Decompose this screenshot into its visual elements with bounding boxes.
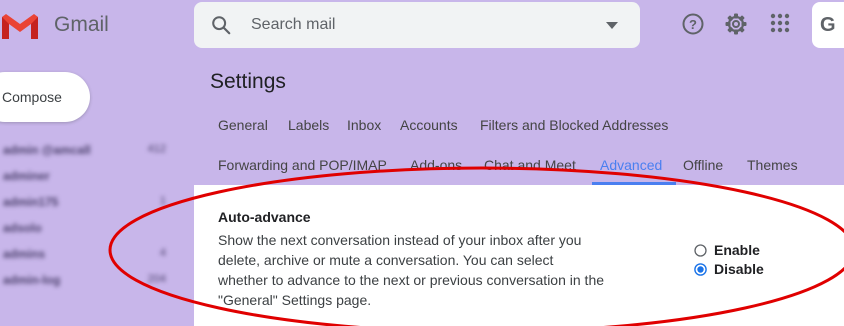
page-title: Settings bbox=[210, 70, 286, 93]
svg-text:?: ? bbox=[689, 17, 697, 32]
sidebar-label-list: admin @amcall 412 adminer admin175 1 ads… bbox=[0, 138, 190, 294]
gmail-logo[interactable] bbox=[0, 10, 40, 42]
search-bar[interactable]: Search mail bbox=[194, 2, 640, 48]
gmail-m-icon bbox=[2, 14, 38, 39]
sidebar-item-count: 4 bbox=[159, 247, 166, 259]
avatar-letter: G bbox=[820, 14, 836, 36]
sidebar-item[interactable]: admin-log 204 bbox=[0, 268, 190, 294]
sidebar-item-label: admin-log bbox=[3, 273, 61, 287]
sidebar-item[interactable]: adminer bbox=[0, 164, 190, 190]
search-options-icon[interactable] bbox=[606, 22, 618, 29]
sidebar-item-label: adminer bbox=[3, 169, 50, 183]
tab-forwarding[interactable]: Forwarding and POP/IMAP bbox=[210, 157, 395, 173]
auto-advance-option-disable[interactable]: Disable bbox=[694, 261, 764, 277]
auto-advance-description: Show the next conversation instead of yo… bbox=[218, 232, 605, 308]
tab-filters[interactable]: Filters and Blocked Addresses bbox=[472, 117, 676, 133]
tab-labels[interactable]: Labels bbox=[280, 117, 337, 133]
radio-label-disable: Disable bbox=[714, 261, 764, 277]
tab-inbox[interactable]: Inbox bbox=[339, 117, 389, 133]
apps-grid-icon[interactable] bbox=[769, 12, 791, 34]
sidebar-item-count: 1 bbox=[159, 195, 166, 207]
tab-accounts[interactable]: Accounts bbox=[392, 117, 466, 133]
sidebar-item-count: 412 bbox=[147, 143, 166, 155]
compose-button[interactable]: Compose bbox=[0, 72, 90, 122]
sidebar-item-label: admin175 bbox=[3, 195, 59, 209]
sidebar-item-label: admins bbox=[3, 247, 46, 261]
app-name: Gmail bbox=[54, 13, 109, 36]
radio-label-enable: Enable bbox=[714, 242, 760, 258]
search-input[interactable]: Search mail bbox=[251, 16, 335, 34]
tab-general[interactable]: General bbox=[210, 117, 276, 133]
sidebar-item-count: 204 bbox=[147, 273, 166, 285]
search-icon[interactable] bbox=[210, 14, 232, 36]
radio-unchecked-icon[interactable] bbox=[694, 243, 707, 257]
tab-offline[interactable]: Offline bbox=[675, 157, 731, 173]
account-avatar[interactable]: G bbox=[812, 2, 844, 48]
radio-checked-icon[interactable] bbox=[694, 262, 707, 276]
help-icon[interactable]: ? bbox=[681, 12, 705, 36]
sidebar-item-label: admin @amcall bbox=[3, 143, 91, 157]
tab-themes[interactable]: Themes bbox=[739, 157, 806, 173]
tab-add-ons[interactable]: Add-ons bbox=[402, 157, 470, 173]
sidebar-item[interactable]: admin175 1 bbox=[0, 190, 190, 216]
settings-gear-icon[interactable] bbox=[724, 12, 748, 36]
auto-advance-option-enable[interactable]: Enable bbox=[694, 242, 760, 258]
settings-content-panel: Auto-advance Show the next conversation … bbox=[194, 185, 844, 326]
sidebar-item-label: adsolo bbox=[3, 221, 42, 235]
sidebar-item[interactable]: admins 4 bbox=[0, 242, 190, 268]
tab-chat-and-meet[interactable]: Chat and Meet bbox=[476, 157, 584, 173]
sidebar-item[interactable]: admin @amcall 412 bbox=[0, 138, 190, 164]
sidebar-item[interactable]: adsolo bbox=[0, 216, 190, 242]
tab-advanced[interactable]: Advanced bbox=[592, 157, 670, 173]
compose-label: Compose bbox=[2, 89, 62, 105]
auto-advance-title: Auto-advance bbox=[218, 209, 311, 225]
